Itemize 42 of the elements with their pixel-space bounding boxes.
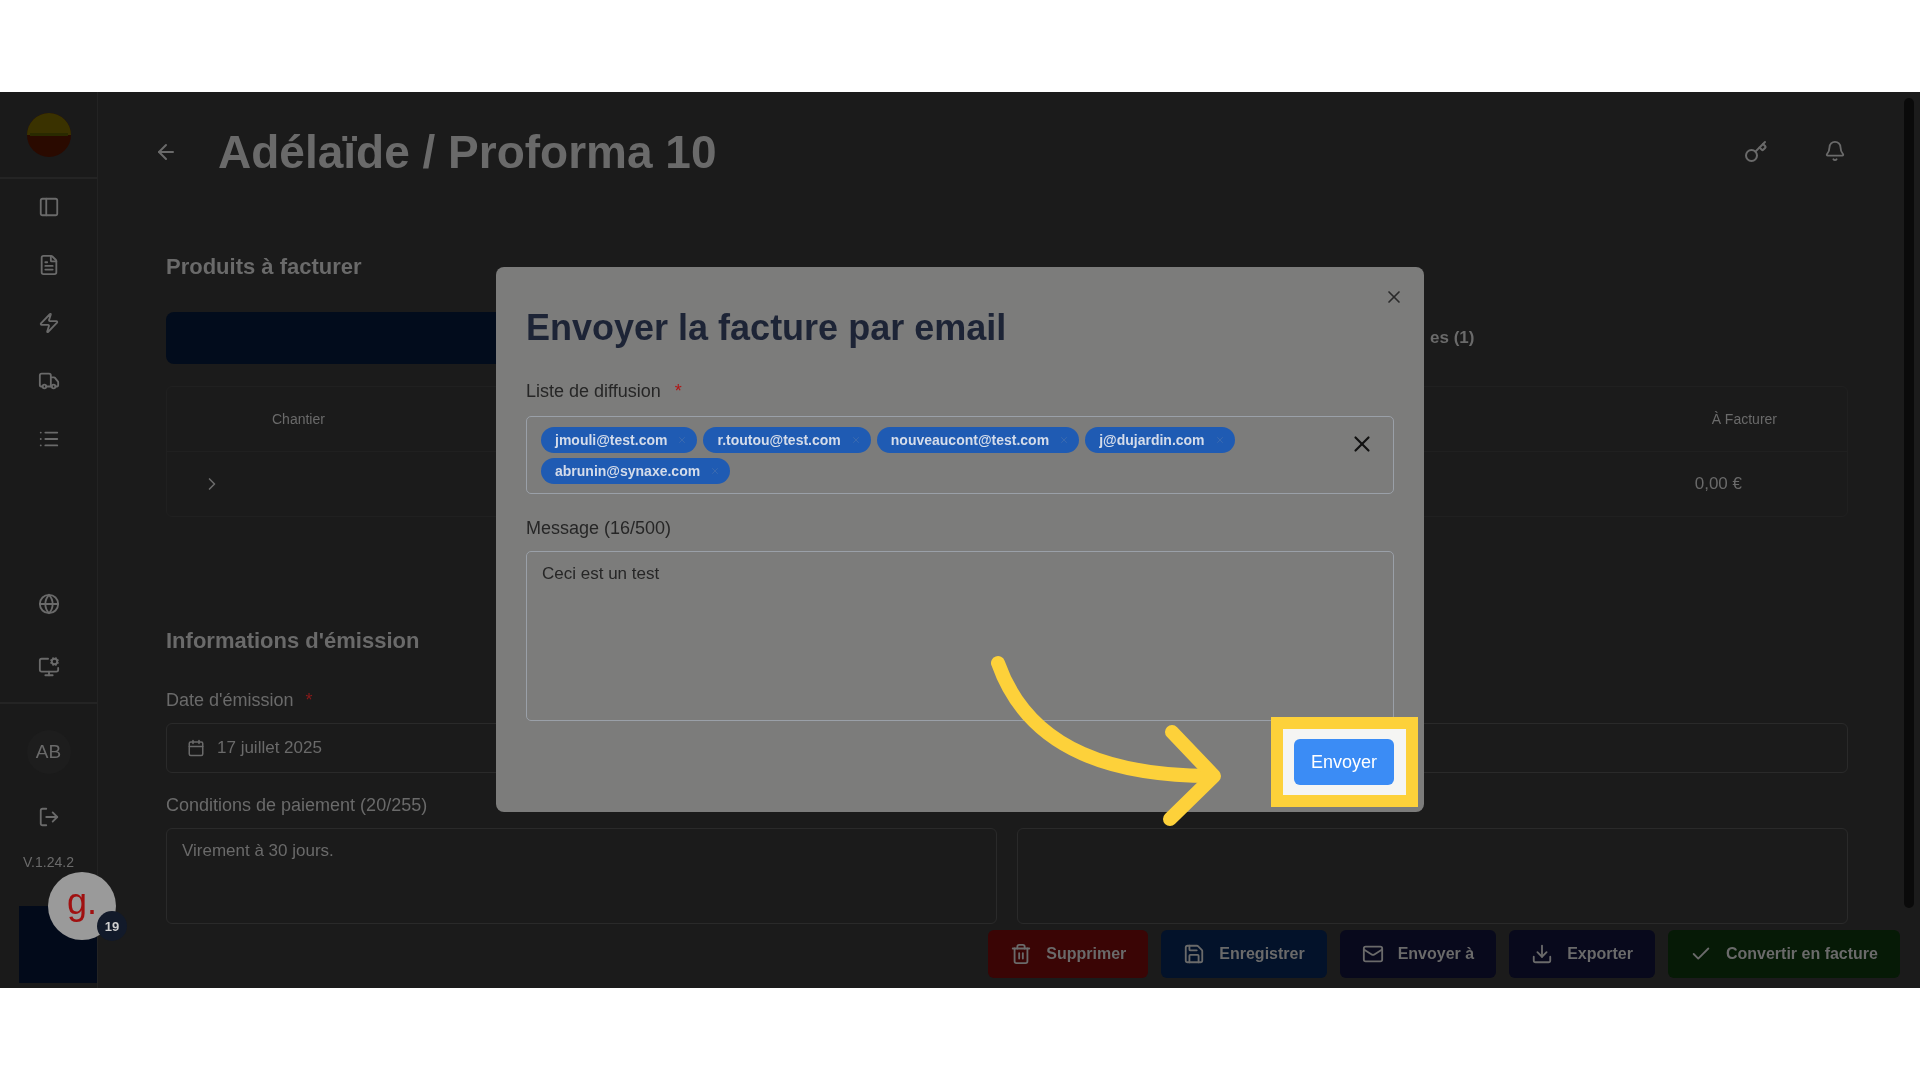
action-button[interactable]: Enregistrer	[1161, 930, 1327, 978]
panel-icon[interactable]	[37, 196, 60, 218]
tab[interactable]: es (1)	[1430, 328, 1475, 348]
download-icon	[1531, 943, 1554, 965]
notification-badge: 19	[97, 911, 127, 941]
field-label: Message (16/500)	[526, 518, 672, 539]
text-area[interactable]: Virement à 30 jours.	[166, 828, 997, 924]
envelope-icon	[1361, 943, 1384, 965]
dialog-title: Envoyer la facture par email	[526, 307, 1008, 349]
logout-icon[interactable]	[37, 806, 60, 828]
field-label: Conditions de paiement (20/255)	[166, 795, 428, 816]
column-header: À Facturer	[1711, 411, 1777, 427]
field-label: Date d'émission	[166, 690, 294, 711]
email-tag[interactable]: r.toutou@test.com	[703, 427, 871, 453]
lightning-icon[interactable]	[37, 312, 60, 334]
globe-icon[interactable]	[37, 593, 60, 615]
email-tag[interactable]: abrunin@synaxe.com	[541, 458, 731, 484]
table-cell: 0,00 €	[1694, 474, 1742, 494]
trash-icon	[1010, 943, 1033, 965]
action-button[interactable]: Supprimer	[988, 930, 1149, 978]
required-mark: *	[305, 690, 313, 711]
truck-icon[interactable]	[37, 370, 60, 392]
key-icon[interactable]	[1744, 140, 1768, 164]
column-header: Chantier	[272, 411, 325, 427]
logo-icon	[25, 111, 72, 158]
send-button[interactable]: Envoyer	[1294, 739, 1394, 785]
action-button[interactable]: Envoyer à	[1339, 930, 1497, 978]
email-tag[interactable]: j@dujardin.com	[1085, 427, 1235, 453]
section-title: Produits à facturer	[166, 254, 363, 280]
required-mark: *	[674, 381, 682, 402]
email-tag[interactable]: jmouli@test.com	[541, 427, 698, 453]
monitor-icon[interactable]	[37, 656, 60, 678]
section-title: Informations d'émission	[166, 628, 421, 654]
action-button[interactable]: Exporter	[1509, 930, 1655, 978]
message-field[interactable]: Ceci est un test	[526, 551, 1394, 721]
calendar-icon	[187, 739, 205, 757]
recipients-field[interactable]: jmouli@test.com r.toutou@test.com nouveaucont@test.com j@dujardin.com abrunin@synaxe.com	[526, 416, 1394, 494]
version-label: V.1.24.2	[23, 854, 74, 870]
email-tag[interactable]: nouveaucont@test.com	[876, 427, 1080, 453]
field-label: Liste de diffusion	[526, 381, 661, 402]
page-title: Adélaïde / Proforma 10	[218, 125, 718, 179]
action-button[interactable]: Convertir en facture	[1667, 930, 1900, 978]
